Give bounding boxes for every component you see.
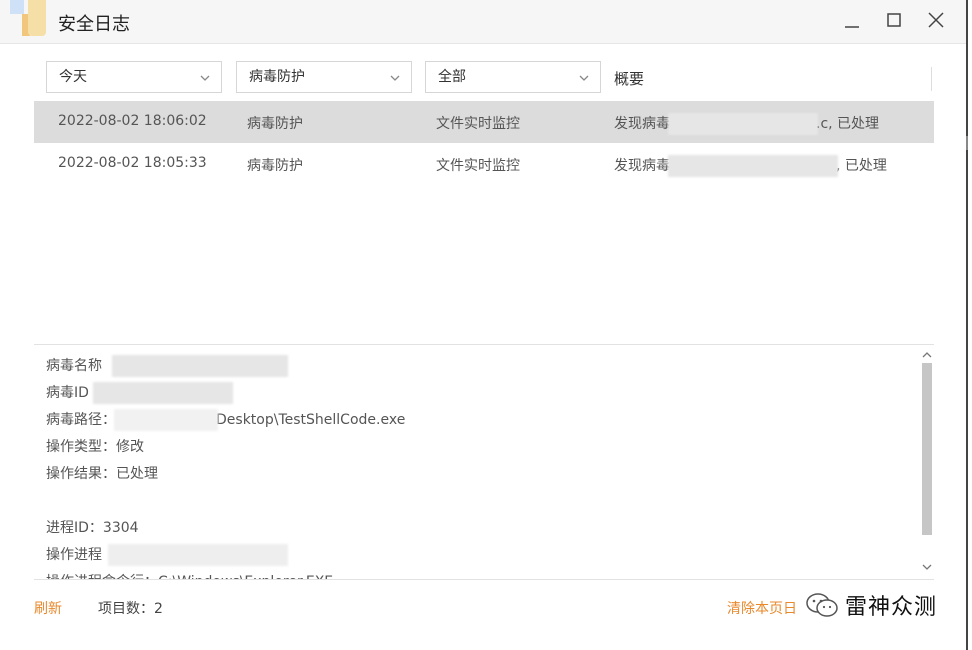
detail-panel: 病毒名称 病毒ID 病毒路径： Desktop\TestShellCode.exe… — [34, 344, 934, 580]
chevron-down-icon — [390, 75, 400, 81]
row-time: 2022-08-02 18:06:02 — [58, 113, 207, 129]
virus-path-label: 病毒路径： — [46, 412, 116, 428]
watermark-text: 雷神众测 — [845, 595, 938, 620]
log-list: 2022-08-02 18:06:02 病毒防护 文件实时监控 发现病毒 .c, … — [34, 101, 934, 341]
redacted-block — [108, 544, 288, 566]
security-log-window: 安全日志 今天 病毒防护 全部 概要 2022-08-02 18:06:02 病 — [0, 0, 968, 650]
type-filter-value: 全部 — [438, 69, 466, 85]
wechat-icon — [806, 593, 838, 617]
column-divider — [931, 67, 932, 91]
filter-bar: 今天 病毒防护 全部 概要 — [0, 61, 966, 97]
refresh-link[interactable]: 刷新 — [34, 598, 62, 618]
minimize-icon[interactable] — [840, 8, 864, 32]
virus-name-label: 病毒名称 — [46, 358, 102, 374]
row-source: 文件实时监控 — [436, 158, 520, 174]
detail-process-id: 进程ID：3304 — [46, 520, 139, 536]
row-summary-prefix: 发现病毒 — [614, 116, 670, 132]
title-bar: 安全日志 — [0, 0, 966, 44]
maximize-icon[interactable] — [882, 8, 906, 32]
redacted-block — [92, 382, 233, 404]
detail-scrollbar[interactable] — [920, 349, 934, 577]
table-row[interactable]: 2022-08-02 18:05:33 病毒防护 文件实时监控 发现病毒 , 已处… — [34, 143, 934, 185]
detail-op-process: 操作进程 — [46, 544, 288, 566]
detail-op-type: 操作类型：修改 — [46, 439, 144, 455]
row-summary-suffix: .c, 已处理 — [816, 116, 880, 132]
detail-virus-name: 病毒名称 — [46, 355, 288, 377]
row-summary: 发现病毒 , 已处理 — [614, 155, 887, 177]
chevron-down-icon — [200, 75, 210, 81]
module-filter-value: 病毒防护 — [249, 69, 305, 85]
watermark: 雷神众测 — [805, 590, 937, 620]
row-summary: 发现病毒 .c, 已处理 — [614, 113, 879, 135]
detail-virus-id: 病毒ID — [46, 382, 233, 404]
date-filter-select[interactable]: 今天 — [46, 61, 222, 93]
row-source: 文件实时监控 — [436, 116, 520, 132]
row-module: 病毒防护 — [247, 158, 303, 174]
close-icon[interactable] — [924, 8, 948, 32]
window-title: 安全日志 — [58, 14, 130, 35]
footer-bar: 刷新 项目数：2 清除本页日 雷神众测 — [0, 586, 966, 626]
scrollbar-thumb[interactable] — [922, 363, 932, 535]
type-filter-select[interactable]: 全部 — [425, 61, 601, 93]
row-summary-prefix: 发现病毒 — [614, 158, 670, 174]
redacted-block — [668, 155, 838, 177]
detail-op-result: 操作结果：已处理 — [46, 466, 158, 482]
table-row[interactable]: 2022-08-02 18:06:02 病毒防护 文件实时监控 发现病毒 .c, … — [34, 101, 934, 143]
virus-id-label: 病毒ID — [46, 385, 89, 401]
row-time: 2022-08-02 18:05:33 — [58, 155, 207, 171]
summary-column-header: 概要 — [614, 70, 645, 88]
redacted-block — [112, 355, 288, 377]
date-filter-value: 今天 — [59, 69, 87, 85]
row-module: 病毒防护 — [247, 116, 303, 132]
app-logo-icon — [6, 0, 48, 38]
op-process-label: 操作进程 — [46, 547, 102, 563]
chevron-down-icon — [579, 75, 589, 81]
chevron-up-icon[interactable] — [920, 349, 934, 361]
row-summary-suffix: , 已处理 — [836, 158, 887, 174]
chevron-down-icon[interactable] — [920, 561, 934, 573]
item-count: 项目数：2 — [98, 601, 163, 617]
virus-path-tail: Desktop\TestShellCode.exe — [216, 412, 406, 428]
redacted-block — [668, 113, 818, 135]
detail-cmdline: 操作进程命令行：C:\Windows\Explorer.EXE — [46, 571, 333, 579]
clear-page-log-link[interactable]: 清除本页日 — [727, 598, 797, 618]
outer-scroll-marker — [966, 136, 968, 150]
redacted-block — [114, 409, 218, 431]
module-filter-select[interactable]: 病毒防护 — [236, 61, 412, 93]
detail-virus-path: 病毒路径： Desktop\TestShellCode.exe — [46, 409, 405, 431]
